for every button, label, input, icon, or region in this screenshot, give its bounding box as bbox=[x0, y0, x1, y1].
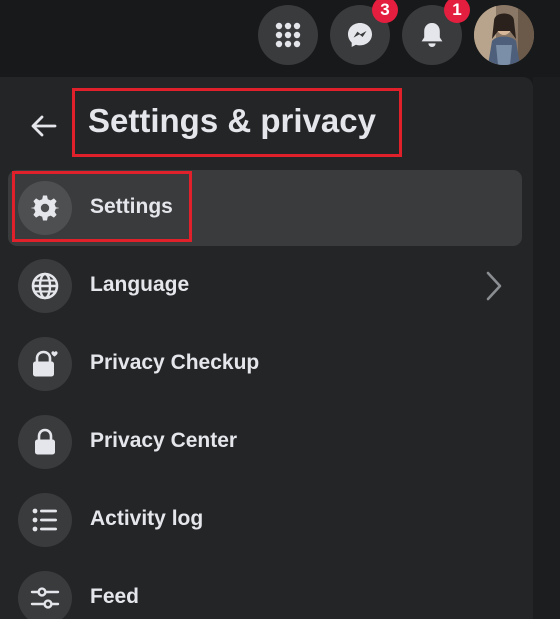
menu-item-label: Activity log bbox=[90, 507, 204, 530]
lock-heart-icon-wrap bbox=[18, 337, 72, 391]
menu-item-label: Privacy Center bbox=[90, 429, 238, 452]
chevron-right-icon bbox=[486, 271, 502, 301]
globe-icon-wrap bbox=[18, 259, 72, 313]
avatar[interactable] bbox=[474, 5, 534, 65]
sliders-icon bbox=[30, 587, 60, 609]
page-title: Settings & privacy bbox=[88, 102, 376, 139]
lock-icon bbox=[35, 428, 55, 455]
grid-menu-icon bbox=[275, 22, 301, 48]
list-icon bbox=[32, 508, 57, 532]
scrollbar-track[interactable] bbox=[533, 77, 560, 619]
menu-item-language[interactable]: Language bbox=[8, 248, 522, 324]
menu-button[interactable] bbox=[258, 5, 318, 65]
list-icon-wrap bbox=[18, 493, 72, 547]
menu-item-label: Feed bbox=[90, 585, 140, 608]
arrow-left-icon bbox=[31, 115, 57, 137]
messenger-badge: 3 bbox=[372, 0, 398, 23]
lock-heart-icon bbox=[33, 350, 58, 377]
profile-photo bbox=[474, 5, 534, 65]
messenger-button[interactable]: 3 bbox=[330, 0, 398, 65]
notifications-button[interactable]: 1 bbox=[402, 0, 470, 65]
bell-icon bbox=[421, 23, 443, 47]
gear-icon-wrap bbox=[18, 181, 72, 235]
menu-item-label: Language bbox=[90, 273, 190, 296]
menu-item-activity-log[interactable]: Activity log bbox=[8, 482, 522, 558]
globe-icon bbox=[31, 272, 59, 300]
menu-item-settings[interactable]: Settings bbox=[8, 170, 522, 246]
menu-item-label: Settings bbox=[90, 195, 173, 218]
menu-item-privacy-checkup[interactable]: Privacy Checkup bbox=[8, 326, 522, 402]
menu-item-feed[interactable]: Feed bbox=[8, 560, 522, 619]
lock-icon-wrap bbox=[18, 415, 72, 469]
notifications-badge: 1 bbox=[444, 0, 470, 23]
menu-item-label: Privacy Checkup bbox=[90, 351, 260, 374]
back-button[interactable] bbox=[26, 108, 62, 144]
page: 3 1 Settings & privacy Settings Language… bbox=[0, 0, 560, 619]
menu-item-privacy-center[interactable]: Privacy Center bbox=[8, 404, 522, 480]
messenger-icon bbox=[348, 23, 372, 47]
sliders-icon-wrap bbox=[18, 571, 72, 619]
gear-icon bbox=[31, 195, 59, 221]
